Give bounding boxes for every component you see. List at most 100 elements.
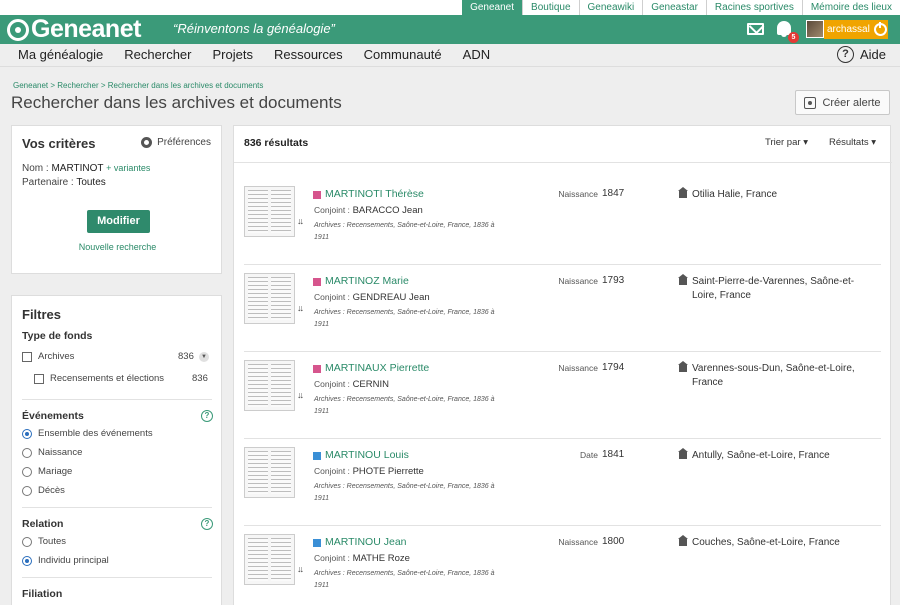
notification-badge: 5 [788, 32, 799, 43]
filters-card: Filtres Type de fonds Archives 836 ▼ Rec… [11, 295, 222, 605]
sort-arrows-icon: ↓↓ [297, 216, 304, 226]
spouse-label: Conjoint : [314, 292, 350, 302]
result-event-type: Date [580, 450, 598, 460]
event-option-naissance[interactable]: Naissance [22, 447, 82, 458]
recensements-count: 836 [192, 373, 208, 384]
archives-checkbox[interactable] [22, 351, 32, 362]
result-row[interactable]: MARTINOU Louis Conjoint : PHOTE Pierrett… [234, 439, 892, 526]
result-row[interactable]: ↓↓ MARTINOTI Thérèse Conjoint : BARACCO … [234, 178, 892, 265]
new-search-link[interactable]: Nouvelle recherche [12, 242, 223, 252]
result-row[interactable]: ↓↓ MARTINOZ Marie Conjoint : GENDREAU Je… [234, 265, 892, 352]
house-icon [678, 361, 688, 372]
results-menu-dropdown[interactable]: Résultats ▾ [829, 137, 876, 148]
result-name[interactable]: MARTINOZ Marie [325, 275, 409, 287]
network-link-geneastar[interactable]: Geneastar [642, 0, 706, 15]
document-thumbnail[interactable] [244, 273, 295, 324]
nav-item-ressources[interactable]: Ressources [274, 47, 343, 62]
nav-item-rechercher[interactable]: Rechercher [124, 47, 191, 62]
filter-archives[interactable]: Archives [22, 351, 74, 362]
document-thumbnail[interactable] [244, 447, 295, 498]
network-link-boutique[interactable]: Boutique [522, 0, 578, 15]
result-spouse: Conjoint : BARACCO Jean [314, 205, 423, 216]
result-name[interactable]: MARTINOU Jean [325, 536, 407, 548]
result-source: Archives : Recensements, Saône-et-Loire,… [314, 483, 495, 502]
fund-type-title: Type de fonds [22, 330, 93, 342]
breadcrumb[interactable]: Geneanet > Rechercher > Rechercher dans … [13, 81, 263, 90]
help-icon[interactable]: ? [201, 518, 213, 530]
partner-label: Partenaire : [22, 177, 74, 188]
caret-down-icon: ▾ [871, 137, 877, 148]
criteria-partner: Partenaire : Toutes [22, 177, 106, 188]
result-place: Couches, Saône-et-Loire, France [692, 537, 840, 548]
result-place: Antully, Saône-et-Loire, France [692, 450, 830, 461]
spouse-value: BARACCO Jean [352, 205, 423, 216]
spouse-label: Conjoint : [314, 379, 350, 389]
result-row[interactable]: ↓↓ MARTINAUX Pierrette Conjoint : CERNIN… [234, 352, 892, 439]
spouse-value: PHOTE Pierrette [352, 466, 424, 477]
result-spouse: Conjoint : MATHE Roze [314, 553, 410, 564]
top-strip: Geneanet Boutique Geneawiki Geneastar Ra… [0, 0, 900, 15]
result-place: Saint-Pierre-de-Varennes, Saône-et-Loire… [692, 276, 855, 301]
nav-item-communaute[interactable]: Communauté [364, 47, 442, 62]
preferences-link[interactable]: Préférences [141, 137, 211, 148]
event-all-radio[interactable] [22, 428, 32, 439]
result-name[interactable]: MARTINOU Louis [325, 449, 409, 461]
sort-dropdown[interactable]: Trier par ▾ [765, 137, 808, 148]
preferences-label: Préférences [157, 137, 211, 148]
recensements-label: Recensements et élections [50, 373, 165, 384]
divider [22, 577, 212, 578]
power-icon[interactable] [873, 22, 887, 36]
user-menu[interactable]: archassal [824, 20, 888, 39]
result-year: 1847 [602, 188, 625, 199]
network-link-racines-sportives[interactable]: Racines sportives [705, 0, 802, 15]
spouse-label: Conjoint : [314, 466, 350, 476]
events-title: Événements [22, 410, 84, 422]
event-option-deces[interactable]: Décès [22, 485, 65, 496]
spouse-value: CERNIN [352, 379, 389, 390]
event-naissance-label: Naissance [38, 447, 83, 458]
document-thumbnail[interactable] [244, 534, 295, 585]
event-deces-radio[interactable] [22, 485, 32, 496]
relation-main-radio[interactable] [22, 555, 32, 566]
event-all-label: Ensemble des événements [38, 428, 153, 439]
nav-item-projets[interactable]: Projets [213, 47, 253, 62]
geneanet-logo[interactable]: Geneanet [7, 16, 141, 43]
result-place: Otilia Halie, France [692, 189, 778, 200]
event-naissance-radio[interactable] [22, 447, 32, 458]
results-count: 836 résultats [244, 137, 309, 149]
result-name[interactable]: MARTINOTI Thérèse [325, 188, 424, 200]
event-option-all[interactable]: Ensemble des événements [22, 428, 153, 439]
result-row[interactable]: ↓↓ MARTINOU Jean Conjoint : MATHE Roze A… [234, 526, 892, 605]
document-thumbnail[interactable] [244, 186, 295, 237]
network-link-geneanet[interactable]: Geneanet [462, 0, 523, 15]
relation-all-radio[interactable] [22, 536, 32, 547]
logo-text: Geneanet [31, 15, 141, 43]
help-link[interactable]: ? Aide [836, 46, 886, 63]
filiation-title: Filiation [22, 588, 63, 600]
relation-title: Relation [22, 518, 64, 530]
sort-arrows-icon: ↓↓ [297, 303, 304, 313]
result-name[interactable]: MARTINAUX Pierrette [325, 362, 429, 374]
create-alert-label: Créer alerte [822, 96, 881, 109]
event-option-mariage[interactable]: Mariage [22, 466, 72, 477]
nom-label: Nom : [22, 163, 49, 174]
nav-item-adn[interactable]: ADN [463, 47, 490, 62]
modify-button[interactable]: Modifier [87, 210, 150, 233]
avatar[interactable] [806, 20, 824, 38]
event-mariage-radio[interactable] [22, 466, 32, 477]
nav-item-ma-genealogie[interactable]: Ma généalogie [18, 47, 103, 62]
recensements-checkbox[interactable] [34, 373, 44, 384]
network-link-geneawiki[interactable]: Geneawiki [578, 0, 643, 15]
relation-option-main[interactable]: Individu principal [22, 555, 109, 566]
sort-arrows-icon: ↓↓ [297, 390, 304, 400]
help-icon[interactable]: ? [201, 410, 213, 422]
chevron-down-icon[interactable]: ▼ [199, 352, 209, 362]
result-source: Archives : Recensements, Saône-et-Loire,… [314, 570, 495, 589]
filter-recensements[interactable]: Recensements et élections [34, 373, 164, 384]
document-thumbnail[interactable] [244, 360, 295, 411]
network-link-memoire-des-lieux[interactable]: Mémoire des lieux [801, 0, 900, 15]
result-event-type: Naissance [558, 537, 598, 547]
mail-icon[interactable] [747, 23, 764, 35]
relation-option-all[interactable]: Toutes [22, 536, 66, 547]
create-alert-button[interactable]: Créer alerte [795, 90, 890, 115]
